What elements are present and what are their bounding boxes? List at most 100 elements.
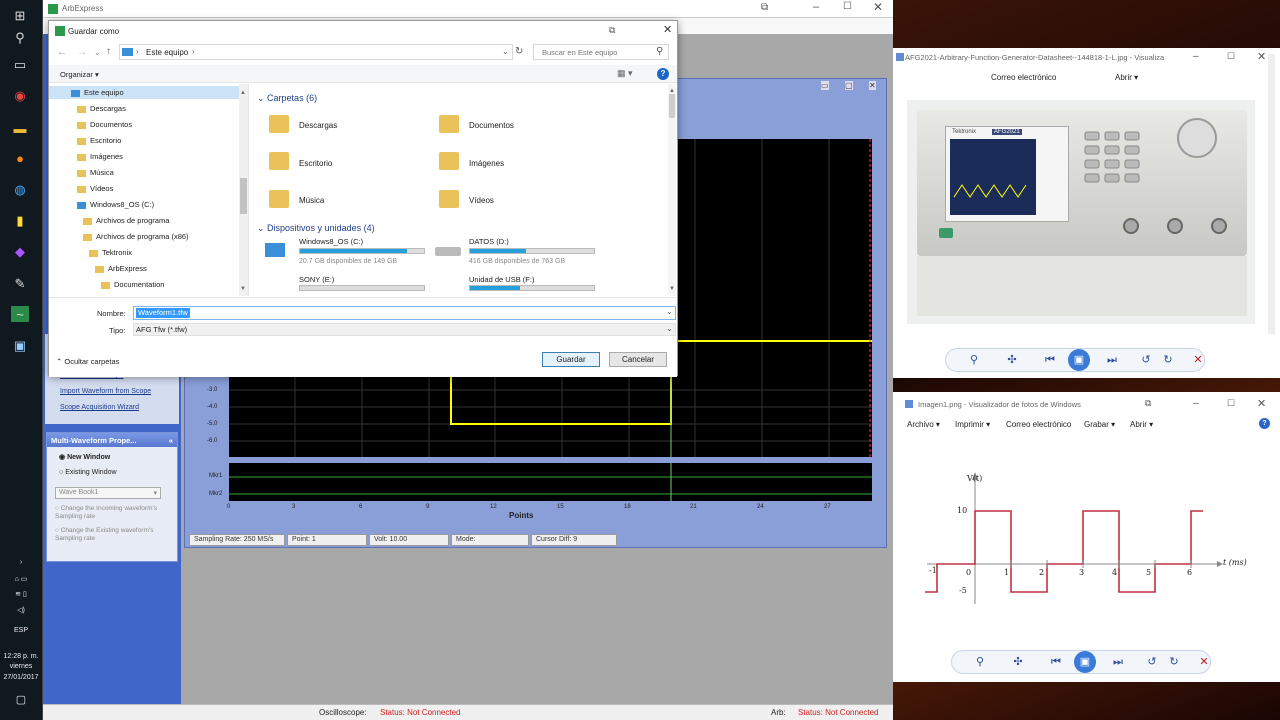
address-bar[interactable]: › Este equipo › ⌄ (119, 44, 513, 60)
nav-item[interactable]: Descargas (77, 104, 126, 113)
dialog-close-button[interactable]: ✕ (663, 23, 672, 36)
folder-item[interactable]: Vídeos (469, 196, 494, 205)
zoom-icon[interactable]: ⚲ (966, 352, 982, 368)
nav-item[interactable]: Windows8_OS (C:) (77, 200, 154, 209)
pen-icon[interactable]: ✎ (11, 276, 29, 292)
nav-item[interactable]: Música (77, 168, 114, 177)
next-icon[interactable]: ⏭ (1104, 352, 1120, 368)
incoming-rate-option[interactable]: ○ Change the Incoming waveform's Samplin… (55, 505, 165, 521)
scroll-down-icon[interactable]: ▼ (669, 286, 675, 292)
notifications-icon[interactable]: ▢ (0, 695, 42, 706)
wave-book-select[interactable]: Wave Book1 ▾ (55, 487, 161, 499)
app-icon[interactable]: ◍ (11, 182, 29, 198)
nav-item[interactable]: Archivos de programa (x86) (83, 232, 189, 241)
chevron-up-icon[interactable]: › (0, 558, 42, 567)
close-button[interactable]: ✕ (1257, 50, 1266, 63)
nav-item[interactable]: Imágenes (77, 152, 123, 161)
slideshow-icon[interactable]: ▣ (1068, 349, 1090, 371)
new-window-radio[interactable]: ◉ New Window (59, 453, 110, 461)
rotate-left-icon[interactable]: ↺ (1144, 654, 1160, 670)
drive-name[interactable]: DATOS (D:) (469, 237, 509, 246)
devices-header[interactable]: ⌄ Dispositivos y unidades (4) (257, 223, 375, 234)
search-icon[interactable]: ⚲ (11, 30, 29, 46)
address-dropdown-icon[interactable]: ⌄ (502, 47, 509, 56)
nav-item[interactable]: Vídeos (77, 184, 113, 193)
rotate-right-icon[interactable]: ↻ (1160, 352, 1176, 368)
notes-icon[interactable]: ▮ (11, 213, 29, 229)
minimize-button[interactable]: – (813, 1, 819, 13)
scope-wizard-link[interactable]: Scope Acquisition Wizard (60, 404, 139, 411)
firefox-icon[interactable]: ● (11, 150, 29, 166)
folder-item[interactable]: Documentos (469, 121, 514, 130)
search-input[interactable]: Buscar en Este equipo ⚲ (533, 44, 669, 60)
organize-button[interactable]: Organizar ▾ (60, 70, 99, 79)
import-waveform-link[interactable]: Import Waveform from Scope (60, 388, 151, 395)
help-icon[interactable]: ? (1259, 418, 1270, 429)
maximize-button[interactable]: ☐ (1227, 398, 1235, 409)
drive-name[interactable]: SONY (E:) (299, 275, 334, 284)
history-chevron-icon[interactable]: ⌄ (94, 48, 101, 57)
content-scrollbar[interactable]: ▲ ▼ (668, 84, 676, 296)
filename-dropdown-icon[interactable]: ⌄ (666, 307, 673, 316)
close-button[interactable]: ✕ (1257, 397, 1266, 410)
file-explorer-icon[interactable]: ▬ (11, 120, 29, 136)
drive-name[interactable]: Unidad de USB (F:) (469, 275, 534, 284)
file-type-select[interactable]: AFG Tfw (*.tfw) ⌄ (133, 323, 676, 336)
existing-window-radio[interactable]: ○ Existing Window (59, 469, 117, 476)
help-icon[interactable]: ? (657, 68, 669, 80)
nav-item[interactable]: Archivos de programa (83, 216, 169, 225)
delete-icon[interactable]: ✕ (1190, 352, 1206, 368)
viewer1-scrollbar[interactable] (1268, 54, 1275, 334)
delete-icon[interactable]: ✕ (1196, 654, 1212, 670)
language-indicator[interactable]: ESP (0, 626, 42, 635)
nav-item[interactable]: Tektronix (89, 248, 132, 257)
wifi-icon[interactable]: ≋ ▯ (0, 590, 42, 599)
task-view-icon[interactable]: ▭ (11, 57, 29, 73)
nav-item[interactable]: Escritorio (77, 136, 121, 145)
arbexpress-icon[interactable]: ~ (11, 306, 29, 322)
menu-email[interactable]: Correo electrónico (1006, 420, 1071, 429)
collapse-icon[interactable]: « (169, 436, 173, 445)
viewer1-menu-email[interactable]: Correo electrónico (991, 73, 1056, 82)
dialog-restore-icon[interactable]: ⧉ (609, 25, 615, 36)
maximize-button[interactable]: ☐ (843, 1, 852, 12)
marker-plot[interactable] (229, 463, 872, 501)
type-dropdown-icon[interactable]: ⌄ (666, 324, 673, 333)
scroll-up-icon[interactable]: ▲ (240, 90, 246, 96)
folder-item[interactable]: Escritorio (299, 159, 332, 168)
minimize-button[interactable]: – (1193, 51, 1199, 62)
scroll-down-icon[interactable]: ▼ (240, 286, 246, 292)
filename-input[interactable]: Waveform1.tfw ⌄ (133, 306, 676, 320)
up-arrow-icon[interactable]: ↑ (106, 46, 111, 57)
menu-grabar[interactable]: Grabar ▾ (1084, 420, 1115, 429)
restore-icon[interactable]: ⧉ (761, 2, 768, 13)
folders-header[interactable]: ⌄ Carpetas (6) (257, 93, 317, 104)
graph-close-button[interactable]: ✕ (869, 81, 876, 90)
folder-item[interactable]: Música (299, 196, 324, 205)
nav-item[interactable]: Documentation (101, 280, 164, 289)
network-icon[interactable]: ⌂ ▭ (0, 575, 42, 584)
zoom-icon[interactable]: ⚲ (972, 654, 988, 670)
photo-viewer-icon[interactable]: ▣ (11, 338, 29, 354)
volume-icon[interactable]: ◁) (0, 606, 42, 615)
next-icon[interactable]: ⏭ (1110, 654, 1126, 670)
forward-arrow-icon[interactable]: → (77, 47, 87, 58)
restore-icon[interactable]: ⧉ (1145, 398, 1151, 409)
refresh-icon[interactable]: ↻ (515, 46, 523, 57)
cancel-button[interactable]: Cancelar (609, 352, 667, 367)
scroll-thumb[interactable] (240, 178, 247, 214)
breadcrumb[interactable]: Este equipo (146, 48, 188, 57)
chrome-icon[interactable]: ◉ (11, 88, 29, 104)
nav-scrollbar[interactable]: ▲ ▼ (239, 84, 248, 296)
hide-folders-button[interactable]: ⌃ Ocultar carpetas (56, 357, 119, 366)
previous-icon[interactable]: ⏮ (1048, 654, 1064, 670)
viewer1-menu-open[interactable]: Abrir ▾ (1115, 73, 1138, 82)
rotate-right-icon[interactable]: ↻ (1166, 654, 1182, 670)
existing-rate-option[interactable]: ○ Change the Existing waveform's Samplin… (55, 527, 165, 543)
view-options-icon[interactable]: ▦ ▾ (617, 68, 633, 79)
maximize-button[interactable]: ☐ (1227, 51, 1235, 62)
menu-archivo[interactable]: Archivo ▾ (907, 420, 940, 429)
graph-minimize-button[interactable]: ▭ (821, 81, 829, 90)
clock-time[interactable]: 12:28 p. m. (0, 652, 42, 661)
nav-item[interactable]: Este equipo (71, 88, 124, 97)
